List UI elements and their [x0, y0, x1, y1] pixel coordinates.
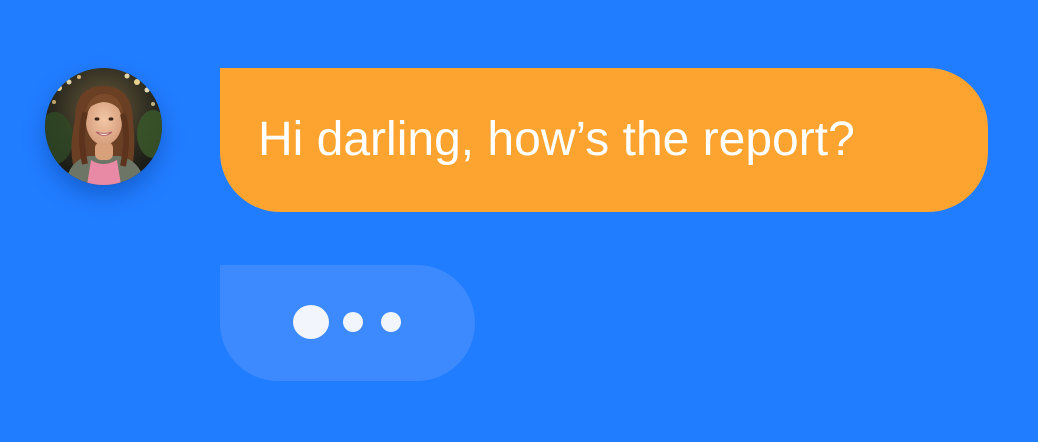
typing-indicator — [220, 265, 475, 381]
chat-view: Hi darling, how’s the report? — [0, 0, 1038, 442]
typing-dot-icon — [343, 312, 363, 332]
incoming-message-bubble[interactable]: Hi darling, how’s the report? — [220, 68, 988, 212]
typing-dot-icon — [381, 312, 401, 332]
avatar[interactable] — [45, 68, 162, 185]
avatar-photo-icon — [45, 68, 162, 185]
message-text: Hi darling, how’s the report? — [258, 113, 855, 166]
typing-dot-icon — [293, 305, 329, 339]
